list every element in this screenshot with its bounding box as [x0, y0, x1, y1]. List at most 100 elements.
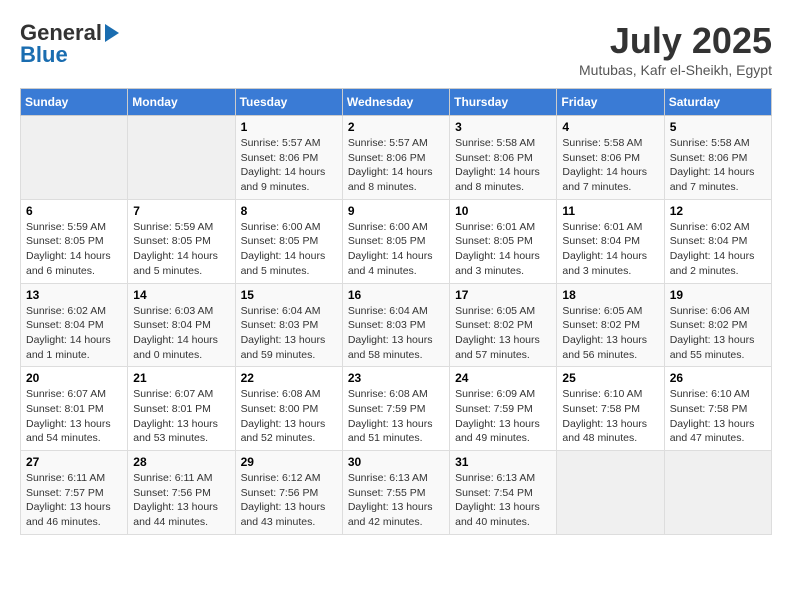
day-number: 12 — [670, 204, 766, 218]
day-detail: Sunrise: 6:01 AM Sunset: 8:04 PM Dayligh… — [562, 220, 658, 279]
day-cell: 26Sunrise: 6:10 AM Sunset: 7:58 PM Dayli… — [664, 367, 771, 451]
week-row-4: 20 Sunrise: 6:07 AM Sunset: 8:01 PM Dayli… — [21, 367, 772, 451]
day-detail: Sunrise: 6:05 AM Sunset: 8:02 PM Dayligh… — [562, 304, 658, 363]
logo-text: General Blue — [20, 20, 119, 68]
day-number: 17 — [455, 288, 551, 302]
week-row-3: 13 Sunrise: 6:02 AM Sunset: 8:04 PM Dayli… — [21, 283, 772, 367]
day-detail: Sunrise: 5:58 AM Sunset: 8:06 PM Dayligh… — [562, 136, 658, 195]
day-number: 22 — [241, 371, 337, 385]
day-detail: Sunrise: 6:02 AM Sunset: 8:04 PM Dayligh… — [670, 220, 766, 279]
page-header: General Blue July 2025 Mutubas, Kafr el-… — [20, 20, 772, 78]
day-detail: Sunrise: 6:01 AM Sunset: 8:05 PM Dayligh… — [455, 220, 551, 279]
day-detail: Sunrise: 6:10 AM Sunset: 7:58 PM Dayligh… — [562, 387, 658, 446]
week-row-5: 27 Sunrise: 6:11 AM Sunset: 7:57 PM Dayli… — [21, 451, 772, 535]
day-number: 23 — [348, 371, 444, 385]
day-detail: Sunrise: 5:57 AM Sunset: 8:06 PM Dayligh… — [241, 136, 337, 195]
column-header-sunday: Sunday — [21, 89, 128, 116]
day-detail: Sunrise: 6:08 AM Sunset: 8:00 PM Dayligh… — [241, 387, 337, 446]
day-cell: 22 Sunrise: 6:08 AM Sunset: 8:00 PM Dayli… — [235, 367, 342, 451]
day-cell: 24 Sunrise: 6:09 AM Sunset: 7:59 PM Dayli… — [450, 367, 557, 451]
day-cell — [557, 451, 664, 535]
day-cell: 29Sunrise: 6:12 AM Sunset: 7:56 PM Dayli… — [235, 451, 342, 535]
day-cell: 8 Sunrise: 6:00 AM Sunset: 8:05 PM Daylig… — [235, 199, 342, 283]
day-number: 1 — [241, 120, 337, 134]
day-number: 27 — [26, 455, 122, 469]
day-detail: Sunrise: 6:11 AM Sunset: 7:57 PM Dayligh… — [26, 471, 122, 530]
header-row: SundayMondayTuesdayWednesdayThursdayFrid… — [21, 89, 772, 116]
day-number: 7 — [133, 204, 229, 218]
day-detail: Sunrise: 6:06 AM Sunset: 8:02 PM Dayligh… — [670, 304, 766, 363]
day-number: 15 — [241, 288, 337, 302]
day-cell — [664, 451, 771, 535]
day-number: 13 — [26, 288, 122, 302]
day-cell: 21Sunrise: 6:07 AM Sunset: 8:01 PM Dayli… — [128, 367, 235, 451]
day-number: 25 — [562, 371, 658, 385]
day-cell: 14Sunrise: 6:03 AM Sunset: 8:04 PM Dayli… — [128, 283, 235, 367]
column-header-tuesday: Tuesday — [235, 89, 342, 116]
day-number: 19 — [670, 288, 766, 302]
day-number: 18 — [562, 288, 658, 302]
day-cell: 13 Sunrise: 6:02 AM Sunset: 8:04 PM Dayli… — [21, 283, 128, 367]
day-detail: Sunrise: 6:08 AM Sunset: 7:59 PM Dayligh… — [348, 387, 444, 446]
day-detail: Sunrise: 6:00 AM Sunset: 8:05 PM Dayligh… — [348, 220, 444, 279]
day-cell: 4 Sunrise: 5:58 AM Sunset: 8:06 PM Daylig… — [557, 116, 664, 200]
day-number: 24 — [455, 371, 551, 385]
day-number: 28 — [133, 455, 229, 469]
day-cell: 9 Sunrise: 6:00 AM Sunset: 8:05 PM Daylig… — [342, 199, 449, 283]
day-detail: Sunrise: 6:00 AM Sunset: 8:05 PM Dayligh… — [241, 220, 337, 279]
day-number: 8 — [241, 204, 337, 218]
day-number: 4 — [562, 120, 658, 134]
day-cell: 16Sunrise: 6:04 AM Sunset: 8:03 PM Dayli… — [342, 283, 449, 367]
day-detail: Sunrise: 6:04 AM Sunset: 8:03 PM Dayligh… — [241, 304, 337, 363]
week-row-2: 6 Sunrise: 5:59 AM Sunset: 8:05 PM Daylig… — [21, 199, 772, 283]
column-header-wednesday: Wednesday — [342, 89, 449, 116]
column-header-monday: Monday — [128, 89, 235, 116]
day-detail: Sunrise: 5:59 AM Sunset: 8:05 PM Dayligh… — [133, 220, 229, 279]
day-cell: 3Sunrise: 5:58 AM Sunset: 8:06 PM Daylig… — [450, 116, 557, 200]
location-subtitle: Mutubas, Kafr el-Sheikh, Egypt — [579, 62, 772, 78]
day-detail: Sunrise: 6:12 AM Sunset: 7:56 PM Dayligh… — [241, 471, 337, 530]
day-cell: 1 Sunrise: 5:57 AM Sunset: 8:06 PM Daylig… — [235, 116, 342, 200]
day-number: 10 — [455, 204, 551, 218]
day-number: 9 — [348, 204, 444, 218]
day-detail: Sunrise: 6:07 AM Sunset: 8:01 PM Dayligh… — [133, 387, 229, 446]
day-number: 3 — [455, 120, 551, 134]
day-detail: Sunrise: 5:57 AM Sunset: 8:06 PM Dayligh… — [348, 136, 444, 195]
day-cell: 7 Sunrise: 5:59 AM Sunset: 8:05 PM Daylig… — [128, 199, 235, 283]
day-detail: Sunrise: 6:05 AM Sunset: 8:02 PM Dayligh… — [455, 304, 551, 363]
day-number: 20 — [26, 371, 122, 385]
day-detail: Sunrise: 6:10 AM Sunset: 7:58 PM Dayligh… — [670, 387, 766, 446]
column-header-friday: Friday — [557, 89, 664, 116]
day-detail: Sunrise: 5:58 AM Sunset: 8:06 PM Dayligh… — [670, 136, 766, 195]
day-cell: 17 Sunrise: 6:05 AM Sunset: 8:02 PM Dayli… — [450, 283, 557, 367]
day-detail: Sunrise: 6:03 AM Sunset: 8:04 PM Dayligh… — [133, 304, 229, 363]
day-cell: 12 Sunrise: 6:02 AM Sunset: 8:04 PM Dayli… — [664, 199, 771, 283]
column-header-saturday: Saturday — [664, 89, 771, 116]
day-detail: Sunrise: 6:13 AM Sunset: 7:54 PM Dayligh… — [455, 471, 551, 530]
day-detail: Sunrise: 6:02 AM Sunset: 8:04 PM Dayligh… — [26, 304, 122, 363]
column-header-thursday: Thursday — [450, 89, 557, 116]
day-detail: Sunrise: 6:07 AM Sunset: 8:01 PM Dayligh… — [26, 387, 122, 446]
day-detail: Sunrise: 6:11 AM Sunset: 7:56 PM Dayligh… — [133, 471, 229, 530]
day-cell: 6 Sunrise: 5:59 AM Sunset: 8:05 PM Daylig… — [21, 199, 128, 283]
month-title: July 2025 — [579, 20, 772, 62]
day-number: 11 — [562, 204, 658, 218]
day-detail: Sunrise: 5:59 AM Sunset: 8:05 PM Dayligh… — [26, 220, 122, 279]
day-cell: 11 Sunrise: 6:01 AM Sunset: 8:04 PM Dayli… — [557, 199, 664, 283]
day-cell — [128, 116, 235, 200]
day-cell: 23 Sunrise: 6:08 AM Sunset: 7:59 PM Dayli… — [342, 367, 449, 451]
day-cell: 25 Sunrise: 6:10 AM Sunset: 7:58 PM Dayli… — [557, 367, 664, 451]
day-detail: Sunrise: 6:09 AM Sunset: 7:59 PM Dayligh… — [455, 387, 551, 446]
calendar-table: SundayMondayTuesdayWednesdayThursdayFrid… — [20, 88, 772, 535]
day-cell: 20 Sunrise: 6:07 AM Sunset: 8:01 PM Dayli… — [21, 367, 128, 451]
day-number: 6 — [26, 204, 122, 218]
day-number: 30 — [348, 455, 444, 469]
day-cell: 28 Sunrise: 6:11 AM Sunset: 7:56 PM Dayli… — [128, 451, 235, 535]
day-detail: Sunrise: 6:04 AM Sunset: 8:03 PM Dayligh… — [348, 304, 444, 363]
day-cell: 19 Sunrise: 6:06 AM Sunset: 8:02 PM Dayli… — [664, 283, 771, 367]
day-cell: 2Sunrise: 5:57 AM Sunset: 8:06 PM Daylig… — [342, 116, 449, 200]
day-cell: 27 Sunrise: 6:11 AM Sunset: 7:57 PM Dayli… — [21, 451, 128, 535]
week-row-1: 1 Sunrise: 5:57 AM Sunset: 8:06 PM Daylig… — [21, 116, 772, 200]
day-detail: Sunrise: 6:13 AM Sunset: 7:55 PM Dayligh… — [348, 471, 444, 530]
day-cell: 18 Sunrise: 6:05 AM Sunset: 8:02 PM Dayli… — [557, 283, 664, 367]
